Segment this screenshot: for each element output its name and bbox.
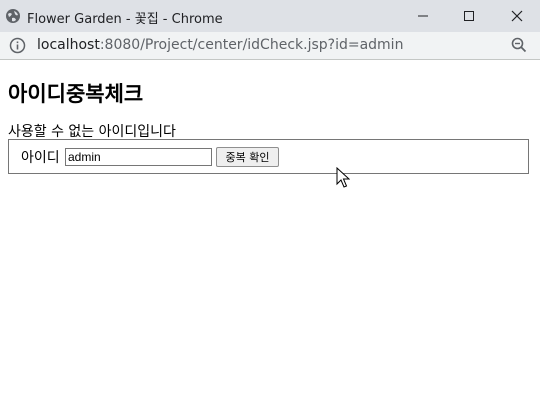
zoom-icon[interactable] — [510, 36, 528, 54]
page-title: 아이디중복체크 — [8, 82, 144, 106]
id-label: 아이디 — [21, 150, 60, 166]
mouse-cursor-icon — [336, 167, 350, 188]
page-content: 아이디중복체크 사용할 수 없는 아이디입니다 아이디 중복 확인 — [0, 60, 540, 413]
maximize-button[interactable] — [446, 0, 492, 32]
globe-icon — [5, 8, 21, 24]
close-icon — [511, 10, 523, 22]
minimize-button[interactable] — [400, 0, 446, 32]
maximize-icon — [464, 11, 474, 21]
id-check-form: 아이디 중복 확인 — [8, 139, 529, 174]
url-path: :8080/Project/center/idCheck.jsp?id=admi… — [99, 37, 404, 53]
address-bar[interactable]: localhost:8080/Project/center/idCheck.js… — [0, 32, 540, 60]
window-titlebar: Flower Garden - 꽃집 - Chrome — [0, 0, 540, 32]
url-text[interactable]: localhost:8080/Project/center/idCheck.js… — [37, 37, 403, 53]
minimize-icon — [418, 15, 428, 17]
info-icon[interactable] — [9, 37, 26, 54]
duplicate-check-button[interactable]: 중복 확인 — [216, 147, 279, 167]
id-input[interactable] — [65, 148, 212, 166]
url-host: localhost — [37, 37, 100, 53]
close-button[interactable] — [494, 0, 540, 32]
window-title: Flower Garden - 꽃집 - Chrome — [27, 12, 223, 27]
status-message: 사용할 수 없는 아이디입니다 — [8, 124, 176, 140]
